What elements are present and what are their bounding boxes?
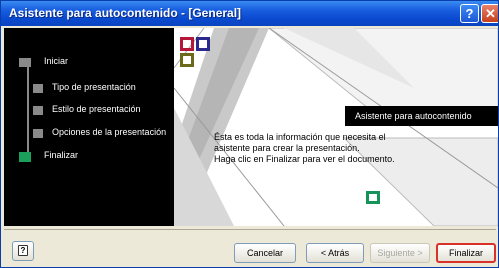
step-label: Iniciar (44, 56, 69, 66)
info-line: Ésta es toda la información que necesita… (214, 132, 386, 142)
step-marker-icon (33, 106, 43, 115)
decorative-square-olive (180, 53, 194, 67)
steps-panel: Iniciar Tipo de presentación Estilo de p… (4, 28, 174, 226)
window-title: Asistente para autocontenido - [General] (9, 6, 242, 20)
help-button[interactable]: ? (460, 4, 479, 23)
preview-background-graphic (174, 28, 498, 226)
help-book-button[interactable]: ? (12, 241, 34, 261)
info-line: Haga clic en Finalizar para ver el docum… (214, 154, 395, 164)
decorative-square-green (366, 191, 380, 204)
step-iniciar[interactable]: Iniciar (4, 55, 174, 71)
cancel-button[interactable]: Cancelar (234, 243, 296, 263)
step-finalizar[interactable]: Finalizar (4, 149, 174, 165)
step-label: Finalizar (44, 150, 79, 160)
decorative-square-red (180, 37, 194, 51)
info-line: asistente para crear la presentación. (214, 143, 360, 153)
back-button[interactable]: < Atrás (306, 243, 364, 263)
finish-button[interactable]: Finalizar (436, 243, 496, 263)
info-text: Ésta es toda la información que necesita… (214, 132, 404, 165)
preview-area (174, 28, 498, 226)
step-opciones-de-la-presentacion[interactable]: Opciones de la presentación (4, 126, 174, 142)
step-label: Tipo de presentación (52, 82, 136, 92)
wizard-name-banner: Asistente para autocontenido (345, 106, 498, 126)
step-tipo-de-presentacion[interactable]: Tipo de presentación (4, 81, 174, 97)
footer-divider (4, 229, 496, 230)
step-label: Estilo de presentación (52, 104, 141, 114)
step-estilo-de-presentacion[interactable]: Estilo de presentación (4, 103, 174, 119)
step-marker-icon (33, 84, 43, 93)
next-button[interactable]: Siguiente > (370, 243, 430, 263)
step-marker-icon (19, 58, 31, 67)
step-marker-icon (19, 152, 31, 162)
close-button[interactable]: ✕ (481, 4, 498, 23)
step-label: Opciones de la presentación (52, 127, 167, 137)
help-book-icon: ? (18, 245, 28, 256)
wizard-window: Asistente para autocontenido - [General]… (0, 0, 499, 268)
step-marker-icon (33, 129, 43, 138)
decorative-square-blue (196, 37, 210, 51)
title-bar[interactable]: Asistente para autocontenido - [General]… (1, 1, 498, 26)
